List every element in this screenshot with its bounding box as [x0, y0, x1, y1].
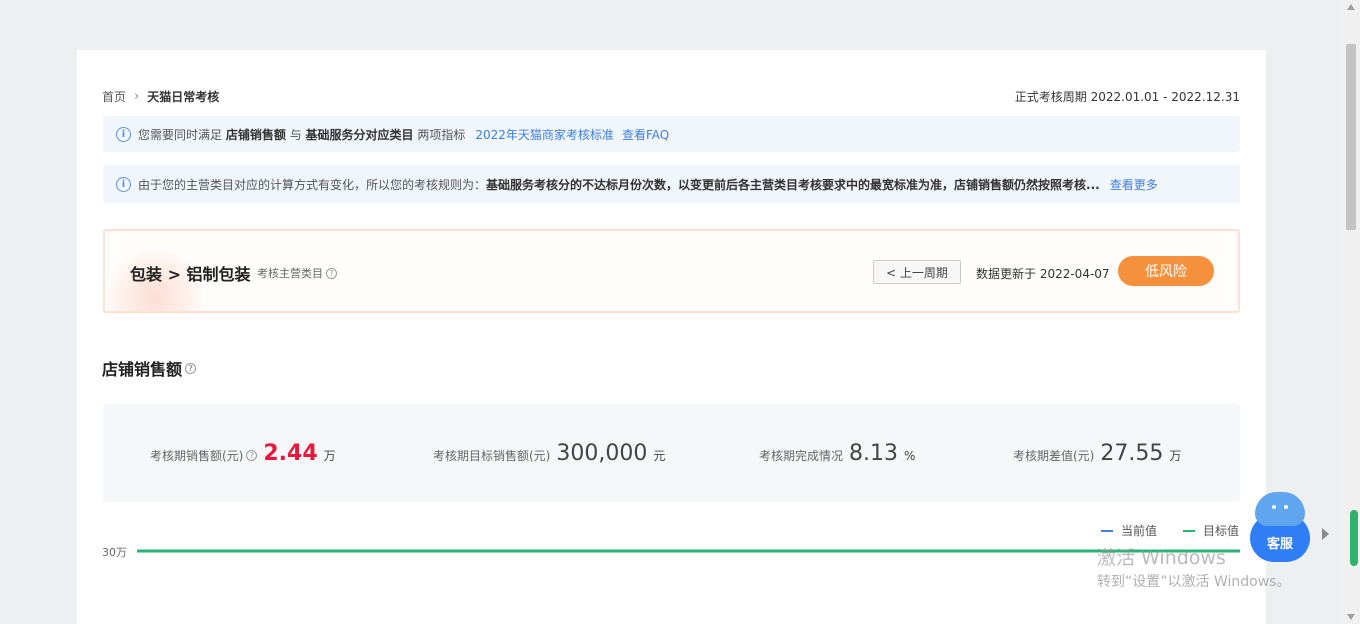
metrics-panel: 考核期销售额(元) ? 2.44 万 考核期目标销售额(元) 300,000 元…: [103, 404, 1240, 502]
elephant-eye: [1272, 505, 1276, 509]
metric-completion-value: 8.13: [849, 441, 898, 466]
scroll-up-icon[interactable]: [1347, 4, 1355, 10]
metric-completion-unit: %: [904, 449, 916, 463]
help-icon[interactable]: ?: [246, 450, 258, 461]
breadcrumb-home[interactable]: 首页: [102, 88, 126, 105]
legend-target-swatch: [1183, 529, 1195, 532]
view-more-link[interactable]: 查看更多: [1110, 176, 1158, 193]
legend-current-label: 当前值: [1121, 524, 1158, 538]
help-icon[interactable]: ?: [185, 362, 197, 374]
section-title: 店铺销售额 ?: [102, 356, 197, 380]
notice-text-bold2: 基础服务分对应类目: [305, 127, 414, 142]
info-icon: i: [116, 126, 131, 142]
elephant-icon[interactable]: [1255, 492, 1305, 526]
section-title-text: 店铺销售额: [102, 360, 183, 379]
sales-chart: [137, 549, 1240, 553]
metric-target-unit: 元: [653, 449, 666, 463]
notice-rules: i 由于您的主营类目对应的计算方式有变化，所以您的考核规则为： 基础服务考核分的…: [103, 165, 1240, 203]
metric-difference-label: 考核期差值(元): [1013, 449, 1095, 463]
metric-difference-value: 27.55: [1100, 441, 1164, 466]
metric-sales-value: 2.44: [263, 441, 318, 466]
prev-period-button[interactable]: < 上一周期: [873, 260, 961, 284]
assessment-period: 正式考核周期 2022.01.01 - 2022.12.31: [1014, 90, 1240, 104]
scroll-down-icon[interactable]: [1347, 614, 1355, 620]
metric-sales-label-text: 考核期销售额(元): [150, 449, 244, 463]
metric-target: 考核期目标销售额(元) 300,000 元: [433, 441, 665, 466]
legend-target[interactable]: 目标值: [1183, 522, 1239, 539]
metric-difference: 考核期差值(元) 27.55 万: [1013, 441, 1181, 466]
standards-link[interactable]: 2022年天猫商家考核标准: [475, 126, 614, 143]
risk-badge: 低风险: [1118, 256, 1214, 286]
main-card: 首页 › 天猫日常考核 正式考核周期 2022.01.01 - 2022.12.…: [77, 50, 1266, 624]
breadcrumb-separator: ›: [134, 89, 140, 104]
breadcrumb-current: 天猫日常考核: [147, 90, 220, 104]
side-indicator: [1350, 510, 1358, 566]
metric-sales-unit: 万: [323, 449, 336, 463]
metric-difference-unit: 万: [1169, 449, 1182, 463]
breadcrumb: 首页 › 天猫日常考核: [102, 88, 219, 105]
notice-text-suffix: 两项指标: [417, 127, 466, 142]
category-subtitle: 考核主营类目 ?: [257, 265, 337, 281]
elephant-eye: [1284, 505, 1288, 509]
notice-text-bold1: 店铺销售额: [225, 127, 286, 142]
legend-current[interactable]: 当前值: [1101, 522, 1157, 539]
info-icon: i: [116, 176, 131, 192]
notice-requirements: i 您需要同时满足 店铺销售额 与 基础服务分对应类目 两项指标 2022年天猫…: [103, 116, 1240, 152]
category-title: 包装 > 铝制包装: [130, 265, 251, 284]
customer-service-label: 客服: [1266, 537, 1293, 552]
metric-sales: 考核期销售额(元) ? 2.44 万: [150, 441, 336, 466]
arrow-right-icon[interactable]: [1322, 528, 1329, 540]
metric-sales-label: 考核期销售额(元) ?: [150, 447, 258, 464]
notice-text-mid: 与: [289, 127, 302, 142]
watermark-line2: 转到“设置”以激活 Windows。: [1097, 574, 1291, 590]
notice-rules-bold: 基础服务考核分的不达标月份次数，以变更前后各主营类目考核要求中的最宽标准为准，店…: [486, 177, 1100, 192]
notice-rules-prefix: 由于您的主营类目对应的计算方式有变化，所以您的考核规则为：: [138, 177, 487, 192]
metric-completion-label: 考核期完成情况: [759, 449, 844, 463]
legend-target-label: 目标值: [1203, 524, 1240, 538]
help-icon[interactable]: ?: [326, 267, 337, 279]
metric-completion: 考核期完成情况 8.13 %: [759, 441, 915, 466]
legend-current-swatch: [1101, 529, 1113, 532]
update-time: 数据更新于 2022-04-07: [976, 267, 1110, 281]
notice-text-prefix: 您需要同时满足: [138, 127, 223, 142]
category-panel: 包装 > 铝制包装 考核主营类目 ? < 上一周期 数据更新于 2022-04-…: [103, 229, 1240, 313]
watermark-line1: 激活 Windows: [1097, 547, 1226, 569]
scrollbar-thumb[interactable]: [1346, 44, 1356, 230]
metric-target-label: 考核期目标销售额(元): [433, 449, 551, 463]
metric-target-value: 300,000: [556, 441, 648, 466]
category-subtitle-text: 考核主营类目: [257, 267, 323, 280]
faq-link[interactable]: 查看FAQ: [622, 126, 669, 143]
